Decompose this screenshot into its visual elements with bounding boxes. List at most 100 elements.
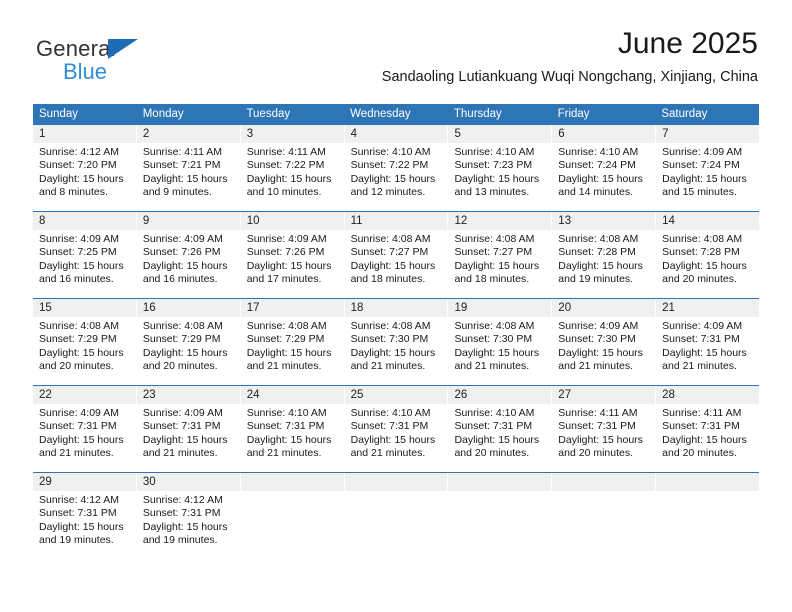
day-cell[interactable]: 3 Sunrise: 4:11 AM Sunset: 7:22 PM Dayli… <box>240 125 345 211</box>
day-cell[interactable]: 26 Sunrise: 4:10 AM Sunset: 7:31 PM Dayl… <box>448 386 553 472</box>
day-cell[interactable]: 19 Sunrise: 4:08 AM Sunset: 7:30 PM Dayl… <box>448 299 553 385</box>
daylight-text-line1: Daylight: 15 hours <box>350 433 436 446</box>
day-cell[interactable]: 16 Sunrise: 4:08 AM Sunset: 7:29 PM Dayl… <box>136 299 241 385</box>
day-details: Sunrise: 4:08 AM Sunset: 7:29 PM Dayligh… <box>33 317 136 374</box>
location-subtitle: Sandaoling Lutiankuang Wuqi Nongchang, X… <box>381 69 758 85</box>
day-number: 12 <box>448 212 552 230</box>
day-cell[interactable]: 11 Sunrise: 4:08 AM Sunset: 7:27 PM Dayl… <box>344 212 449 298</box>
day-cell[interactable]: 14 Sunrise: 4:08 AM Sunset: 7:28 PM Dayl… <box>656 212 760 298</box>
day-details: Sunrise: 4:08 AM Sunset: 7:30 PM Dayligh… <box>345 317 448 374</box>
day-cell[interactable]: 18 Sunrise: 4:08 AM Sunset: 7:30 PM Dayl… <box>344 299 449 385</box>
sunset-text: Sunset: 7:29 PM <box>39 333 117 346</box>
day-details: Sunrise: 4:08 AM Sunset: 7:28 PM Dayligh… <box>552 230 655 287</box>
daylight-text-line2: and 19 minutes. <box>142 534 218 547</box>
day-number: 6 <box>552 125 656 143</box>
day-cell[interactable]: 13 Sunrise: 4:08 AM Sunset: 7:28 PM Dayl… <box>552 212 657 298</box>
day-cell[interactable]: 1 Sunrise: 4:12 AM Sunset: 7:20 PM Dayli… <box>33 125 137 211</box>
weekday-monday: Monday <box>142 108 184 120</box>
sunset-text: Sunset: 7:27 PM <box>454 246 533 259</box>
day-cell[interactable]: 21 Sunrise: 4:09 AM Sunset: 7:31 PM Dayl… <box>656 299 760 385</box>
day-number: 25 <box>344 386 448 404</box>
day-cell[interactable]: 12 Sunrise: 4:08 AM Sunset: 7:27 PM Dayl… <box>448 212 553 298</box>
day-cell[interactable]: 4 Sunrise: 4:10 AM Sunset: 7:22 PM Dayli… <box>344 125 449 211</box>
sunset-text: Sunset: 7:26 PM <box>142 246 221 259</box>
calendar-week-row: 22 Sunrise: 4:09 AM Sunset: 7:31 PM Dayl… <box>33 385 760 472</box>
daylight-text-line2: and 19 minutes. <box>558 273 634 286</box>
sunrise-text: Sunrise: 4:09 AM <box>246 233 327 245</box>
day-cell[interactable]: 17 Sunrise: 4:08 AM Sunset: 7:29 PM Dayl… <box>240 299 345 385</box>
weekday-sunday: Sunday <box>39 108 79 120</box>
daylight-text-line2: and 16 minutes. <box>39 273 114 286</box>
daylight-text-line1: Daylight: 15 hours <box>662 433 747 446</box>
day-cell[interactable]: 25 Sunrise: 4:10 AM Sunset: 7:31 PM Dayl… <box>344 386 449 472</box>
daylight-text-line2: and 20 minutes. <box>662 273 737 286</box>
day-details: Sunrise: 4:10 AM Sunset: 7:22 PM Dayligh… <box>345 143 448 200</box>
weekday-friday: Friday <box>557 108 590 120</box>
daylight-text-line1: Daylight: 15 hours <box>558 259 643 272</box>
sunrise-text: Sunrise: 4:08 AM <box>39 320 119 332</box>
day-number: 28 <box>656 386 760 404</box>
daylight-text-line2: and 18 minutes. <box>350 273 426 286</box>
page-header: General Blue June 2025 Sandaoling Lutian… <box>0 0 792 100</box>
daylight-text-line1: Daylight: 15 hours <box>558 346 643 359</box>
daylight-text-line2: and 9 minutes. <box>142 186 212 199</box>
sunrise-text: Sunrise: 4:09 AM <box>142 407 223 419</box>
daylight-text-line1: Daylight: 15 hours <box>350 259 436 272</box>
day-cell[interactable]: 28 Sunrise: 4:11 AM Sunset: 7:31 PM Dayl… <box>656 386 760 472</box>
daylight-text-line1: Daylight: 15 hours <box>39 520 124 533</box>
day-details: Sunrise: 4:10 AM Sunset: 7:23 PM Dayligh… <box>448 143 551 200</box>
day-number: 19 <box>448 299 552 317</box>
daylight-text-line1: Daylight: 15 hours <box>558 433 643 446</box>
daylight-text-line1: Daylight: 15 hours <box>142 172 228 185</box>
page-title: June 2025 <box>617 27 758 60</box>
day-cell[interactable]: 29 Sunrise: 4:12 AM Sunset: 7:31 PM Dayl… <box>33 473 137 559</box>
sunrise-text: Sunrise: 4:08 AM <box>454 233 535 245</box>
day-details: Sunrise: 4:12 AM Sunset: 7:20 PM Dayligh… <box>33 143 136 200</box>
day-cell[interactable]: 27 Sunrise: 4:11 AM Sunset: 7:31 PM Dayl… <box>552 386 657 472</box>
day-cell-empty <box>448 473 553 559</box>
sunset-text: Sunset: 7:31 PM <box>662 420 740 433</box>
weekday-wednesday: Wednesday <box>350 108 411 120</box>
day-cell[interactable]: 10 Sunrise: 4:09 AM Sunset: 7:26 PM Dayl… <box>240 212 345 298</box>
sunrise-text: Sunrise: 4:10 AM <box>246 407 327 419</box>
day-details: Sunrise: 4:09 AM Sunset: 7:31 PM Dayligh… <box>33 404 136 461</box>
day-cell[interactable]: 9 Sunrise: 4:09 AM Sunset: 7:26 PM Dayli… <box>136 212 241 298</box>
sunrise-text: Sunrise: 4:10 AM <box>454 146 535 158</box>
day-cell[interactable]: 5 Sunrise: 4:10 AM Sunset: 7:23 PM Dayli… <box>448 125 553 211</box>
sunrise-text: Sunrise: 4:08 AM <box>454 320 535 332</box>
day-details: Sunrise: 4:11 AM Sunset: 7:21 PM Dayligh… <box>137 143 240 200</box>
daylight-text-line2: and 20 minutes. <box>558 447 634 460</box>
brand-name-blue: Blue <box>63 59 108 84</box>
day-cell[interactable]: 7 Sunrise: 4:09 AM Sunset: 7:24 PM Dayli… <box>656 125 760 211</box>
day-number: 23 <box>136 386 240 404</box>
daylight-text-line2: and 21 minutes. <box>350 447 426 460</box>
day-cell[interactable]: 24 Sunrise: 4:10 AM Sunset: 7:31 PM Dayl… <box>240 386 345 472</box>
sunset-text: Sunset: 7:23 PM <box>454 159 533 172</box>
sunrise-text: Sunrise: 4:08 AM <box>350 233 431 245</box>
daylight-text-line2: and 21 minutes. <box>662 360 737 373</box>
day-cell[interactable]: 15 Sunrise: 4:08 AM Sunset: 7:29 PM Dayl… <box>33 299 137 385</box>
day-number: 2 <box>136 125 240 143</box>
day-cell[interactable]: 20 Sunrise: 4:09 AM Sunset: 7:30 PM Dayl… <box>552 299 657 385</box>
day-number: 24 <box>240 386 344 404</box>
daylight-text-line2: and 20 minutes. <box>39 360 114 373</box>
day-cell[interactable]: 6 Sunrise: 4:10 AM Sunset: 7:24 PM Dayli… <box>552 125 657 211</box>
daylight-text-line2: and 13 minutes. <box>454 186 530 199</box>
day-cell[interactable]: 8 Sunrise: 4:09 AM Sunset: 7:25 PM Dayli… <box>33 212 137 298</box>
calendar-week-row: 29 Sunrise: 4:12 AM Sunset: 7:31 PM Dayl… <box>33 472 760 559</box>
sunset-text: Sunset: 7:28 PM <box>558 246 636 259</box>
daylight-text-line1: Daylight: 15 hours <box>454 433 540 446</box>
day-details: Sunrise: 4:11 AM Sunset: 7:22 PM Dayligh… <box>241 143 344 200</box>
day-cell[interactable]: 30 Sunrise: 4:12 AM Sunset: 7:31 PM Dayl… <box>136 473 241 559</box>
day-number <box>656 473 760 491</box>
day-cell[interactable]: 23 Sunrise: 4:09 AM Sunset: 7:31 PM Dayl… <box>136 386 241 472</box>
day-details <box>448 491 551 494</box>
day-number: 14 <box>656 212 760 230</box>
daylight-text-line2: and 21 minutes. <box>142 447 218 460</box>
daylight-text-line1: Daylight: 15 hours <box>454 346 540 359</box>
day-cell[interactable]: 2 Sunrise: 4:11 AM Sunset: 7:21 PM Dayli… <box>136 125 241 211</box>
day-cell[interactable]: 22 Sunrise: 4:09 AM Sunset: 7:31 PM Dayl… <box>33 386 137 472</box>
day-details: Sunrise: 4:08 AM Sunset: 7:27 PM Dayligh… <box>448 230 551 287</box>
sunset-text: Sunset: 7:31 PM <box>246 420 325 433</box>
sunrise-text: Sunrise: 4:12 AM <box>142 494 223 506</box>
